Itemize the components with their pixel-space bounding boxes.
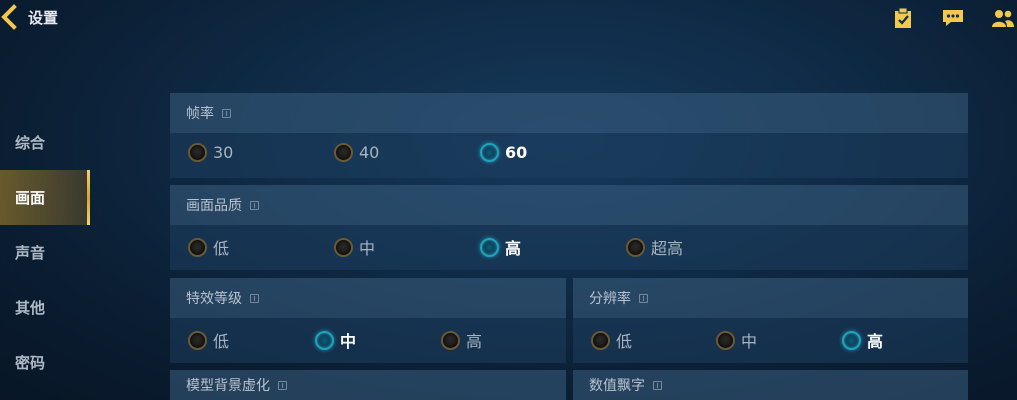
friends-icon <box>992 10 1014 27</box>
resolution-options: 低 中 高 <box>573 318 968 363</box>
effects-option-high[interactable]: 高 <box>441 328 482 352</box>
model-blur-title: 模型背景虚化 <box>186 378 270 394</box>
radio-icon <box>188 143 207 162</box>
model-blur-panel: 模型背景虚化 <box>170 370 566 400</box>
frame-rate-option-30[interactable]: 30 <box>188 143 233 162</box>
effects-options: 低 中 高 <box>170 318 566 363</box>
option-label: 高 <box>867 332 884 351</box>
option-label: 高 <box>466 332 483 351</box>
damage-numbers-header: 数值飘字 <box>573 370 968 400</box>
resolution-title: 分辨率 <box>589 291 631 307</box>
back-button[interactable]: 设置 <box>0 4 58 30</box>
effects-header: 特效等级 <box>170 278 566 318</box>
top-icon-group <box>867 6 1017 30</box>
effects-title: 特效等级 <box>186 291 242 307</box>
option-label: 超高 <box>651 239 684 258</box>
quality-panel: 画面品质 低 中 高 超高 <box>170 185 968 270</box>
frame-rate-option-60[interactable]: 60 <box>480 143 527 162</box>
frame-rate-title: 帧率 <box>186 106 214 122</box>
option-label: 低 <box>213 332 230 351</box>
frame-rate-header: 帧率 <box>170 93 968 133</box>
info-icon[interactable] <box>278 380 287 390</box>
effects-option-medium[interactable]: 中 <box>315 328 356 352</box>
resolution-option-high[interactable]: 高 <box>842 328 883 352</box>
resolution-option-medium[interactable]: 中 <box>716 328 757 352</box>
option-label: 低 <box>616 332 633 351</box>
page-title: 设置 <box>28 8 59 27</box>
frame-rate-options: 30 40 60 <box>170 133 968 178</box>
clipboard-check-button[interactable] <box>889 6 917 30</box>
radio-selected-icon <box>480 143 499 162</box>
effects-option-low[interactable]: 低 <box>188 328 229 352</box>
option-label: 中 <box>340 332 357 351</box>
chat-icon <box>943 10 963 26</box>
option-label: 60 <box>505 143 528 162</box>
sidebar-item-password[interactable]: 密码 <box>0 335 90 390</box>
option-label: 30 <box>213 143 234 162</box>
top-bar: 设置 <box>0 0 1017 36</box>
model-blur-header: 模型背景虚化 <box>170 370 566 400</box>
sidebar-item-graphics[interactable]: 画面 <box>0 170 90 225</box>
info-icon[interactable] <box>250 293 259 303</box>
sidebar-item-sound[interactable]: 声音 <box>0 225 90 280</box>
info-icon[interactable] <box>639 293 648 303</box>
radio-selected-icon <box>842 330 861 350</box>
quality-option-ultra[interactable]: 超高 <box>626 235 683 259</box>
option-label: 高 <box>505 239 522 258</box>
radio-selected-icon <box>315 330 334 350</box>
radio-icon <box>334 237 353 257</box>
option-label: 低 <box>213 239 230 258</box>
radio-icon <box>716 330 735 350</box>
radio-icon <box>441 330 460 350</box>
quality-options: 低 中 高 超高 <box>170 225 968 270</box>
resolution-panel: 分辨率 低 中 高 <box>573 278 968 363</box>
friends-button[interactable] <box>989 6 1017 30</box>
info-icon[interactable] <box>653 380 662 390</box>
resolution-header: 分辨率 <box>573 278 968 318</box>
resolution-option-low[interactable]: 低 <box>591 328 632 352</box>
sidebar-item-other[interactable]: 其他 <box>0 280 90 335</box>
radio-icon <box>188 330 207 350</box>
radio-selected-icon <box>480 237 499 257</box>
back-arrow-icon <box>1 4 17 30</box>
quality-title: 画面品质 <box>186 198 242 214</box>
radio-icon <box>626 237 645 257</box>
frame-rate-panel: 帧率 30 40 60 <box>170 93 968 178</box>
chat-button[interactable] <box>939 6 967 30</box>
quality-option-high[interactable]: 高 <box>480 235 521 259</box>
quality-header: 画面品质 <box>170 185 968 225</box>
option-label: 中 <box>359 239 376 258</box>
frame-rate-option-40[interactable]: 40 <box>334 143 379 162</box>
quality-option-low[interactable]: 低 <box>188 235 229 259</box>
damage-numbers-panel: 数值飘字 <box>573 370 968 400</box>
quality-option-medium[interactable]: 中 <box>334 235 375 259</box>
radio-icon <box>591 330 610 350</box>
clipboard-check-icon <box>895 7 911 28</box>
info-icon[interactable] <box>250 200 259 210</box>
radio-icon <box>188 237 207 257</box>
sidebar-item-general[interactable]: 综合 <box>0 115 90 170</box>
option-label: 中 <box>741 332 758 351</box>
effects-panel: 特效等级 低 中 高 <box>170 278 566 363</box>
option-label: 40 <box>359 143 380 162</box>
info-icon[interactable] <box>222 108 231 118</box>
damage-numbers-title: 数值飘字 <box>589 378 645 394</box>
radio-icon <box>334 143 353 162</box>
